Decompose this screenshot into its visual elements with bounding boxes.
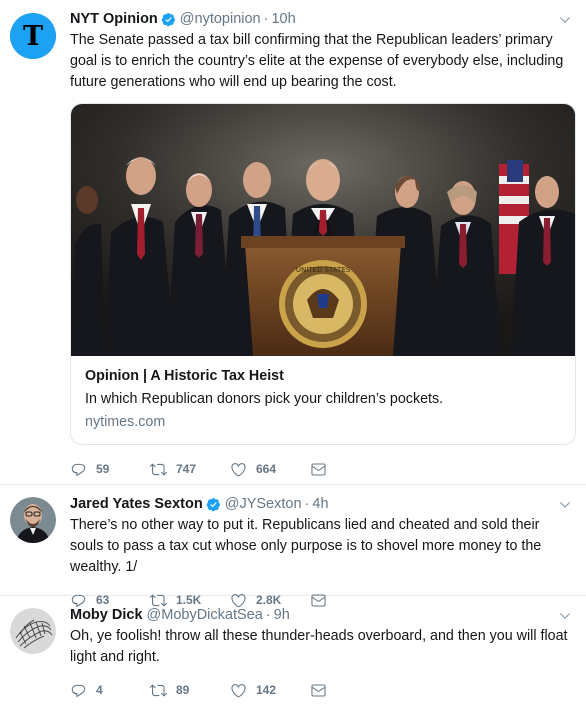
retweet-count: 89	[176, 683, 190, 697]
username[interactable]: @JYSexton	[225, 495, 302, 513]
tweet-text: There’s no other way to put it. Republic…	[70, 517, 542, 575]
verified-badge-icon	[206, 497, 221, 512]
card-body[interactable]: Opinion | A Historic Tax Heist In which …	[71, 356, 575, 444]
tweet-text: Oh, ye foolish! throw all these thunder-…	[70, 628, 568, 665]
card-domain[interactable]: nytimes.com	[85, 412, 561, 432]
retweet-icon	[150, 461, 167, 478]
timestamp[interactable]: 4h	[312, 495, 328, 513]
retweet-button[interactable]: 747	[150, 461, 230, 478]
display-name[interactable]: NYT Opinion	[70, 10, 158, 28]
separator: ·	[265, 607, 271, 623]
tweet[interactable]: Jared Yates Sexton @JYSexton · 4h There’…	[0, 485, 586, 607]
avatar[interactable]: T	[10, 13, 56, 59]
svg-text:T: T	[23, 21, 43, 52]
direct-message-button[interactable]	[310, 682, 340, 699]
avatar[interactable]	[10, 497, 56, 543]
timestamp[interactable]: 10h	[271, 10, 295, 28]
timestamp[interactable]: 9h	[274, 606, 290, 624]
envelope-icon	[310, 682, 327, 699]
chevron-down-icon[interactable]	[558, 13, 572, 27]
display-name[interactable]: Jared Yates Sexton	[70, 495, 203, 513]
chevron-down-icon[interactable]	[558, 498, 572, 512]
verified-badge-icon	[161, 12, 176, 27]
reply-count: 59	[96, 462, 110, 476]
heart-icon	[230, 682, 247, 699]
username[interactable]: @nytopinion	[180, 10, 261, 28]
seal-text: UNITED STATES	[296, 266, 351, 274]
envelope-icon	[310, 461, 327, 478]
reply-icon	[70, 682, 87, 699]
retweet-count: 747	[176, 462, 197, 476]
separator: ·	[263, 11, 269, 27]
direct-message-button[interactable]	[310, 461, 340, 478]
tweet-header: Moby Dick @MobyDickatSea · 9h	[70, 606, 570, 624]
like-count: 142	[256, 683, 277, 697]
avatar[interactable]	[10, 608, 56, 654]
chevron-down-icon[interactable]	[558, 609, 572, 623]
tweet-actions: 4 89 142	[70, 672, 570, 704]
tweet-text: The Senate passed a tax bill confirming …	[70, 32, 564, 90]
heart-icon	[230, 461, 247, 478]
like-button[interactable]: 664	[230, 461, 310, 478]
avatar-photo	[10, 608, 56, 654]
reply-count: 4	[96, 683, 103, 697]
like-button[interactable]: 142	[230, 682, 310, 699]
card-image[interactable]: UNITED STATES	[71, 104, 575, 356]
avatar-photo	[10, 497, 56, 543]
display-name[interactable]: Moby Dick	[70, 606, 143, 624]
like-count: 664	[256, 462, 277, 476]
card-title[interactable]: Opinion | A Historic Tax Heist	[85, 366, 561, 386]
retweet-icon	[150, 682, 167, 699]
tweet[interactable]: Moby Dick @MobyDickatSea · 9h Oh, ye foo…	[0, 596, 586, 704]
retweet-button[interactable]: 89	[150, 682, 230, 699]
tweet[interactable]: T NYT Opinion @nytopinion · 10h The Sena…	[0, 0, 586, 485]
nyt-logo-icon: T	[10, 13, 56, 59]
reply-button[interactable]: 4	[70, 682, 150, 699]
reply-button[interactable]: 59	[70, 461, 150, 478]
card-description: In which Republican donors pick your chi…	[85, 391, 444, 407]
reply-icon	[70, 461, 87, 478]
tweet-header: Jared Yates Sexton @JYSexton · 4h	[70, 495, 570, 513]
link-card[interactable]: UNITED STATES Opinion | A Historic Tax H…	[70, 103, 576, 445]
tweet-header: NYT Opinion @nytopinion · 10h	[70, 10, 570, 28]
separator: ·	[304, 496, 310, 512]
tweet-actions: 59 747 664	[70, 451, 570, 487]
username[interactable]: @MobyDickatSea	[147, 606, 263, 624]
